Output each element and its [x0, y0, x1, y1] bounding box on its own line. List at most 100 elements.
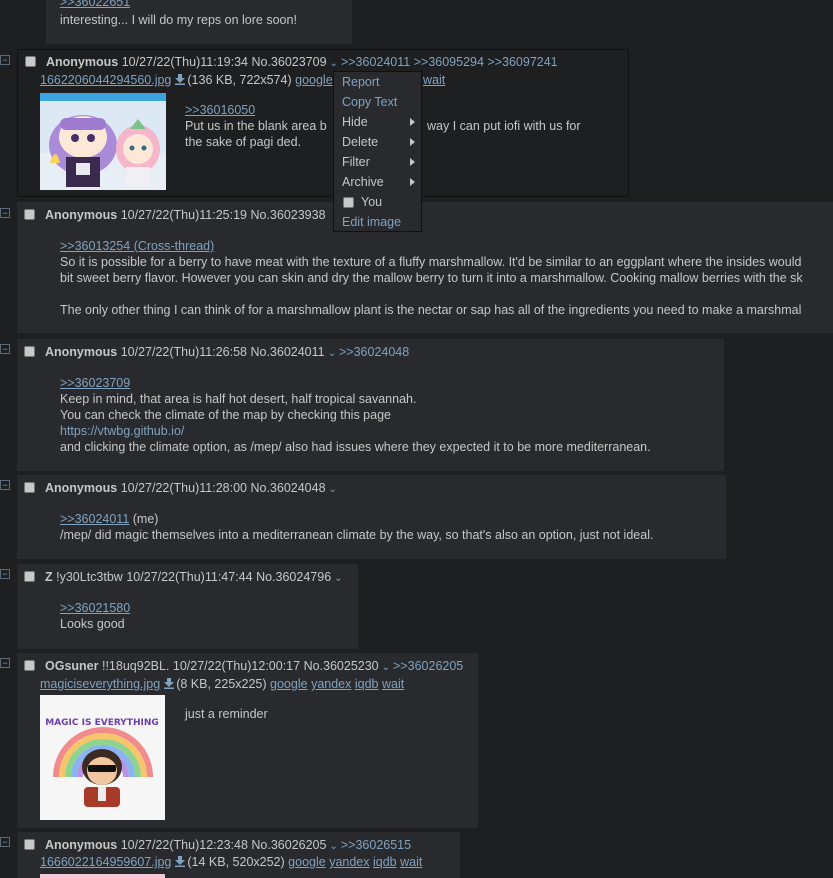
menu-item-edit-image[interactable]: Edit image — [342, 215, 401, 229]
search-wait[interactable]: wait — [423, 73, 445, 87]
post-thumbnail[interactable]: MAGIC IS EVERYTHING — [40, 695, 165, 820]
poster-tripcode: !y30Ltc3tbw — [56, 570, 123, 584]
quote-link[interactable]: >>36013254 (Cross-thread) — [60, 239, 214, 253]
quote-link[interactable]: >>36024011 — [60, 512, 129, 526]
post-text: The only other thing I can think of for … — [60, 303, 802, 317]
backlink[interactable]: >>36097241 — [487, 55, 557, 69]
backlink[interactable]: >>36026515 — [341, 838, 411, 852]
post-36024796: Z !y30Ltc3tbw 10/27/22(Thu)11:47:44 No.3… — [17, 564, 358, 649]
download-icon[interactable] — [175, 74, 186, 85]
post-number[interactable]: No.36026205 — [251, 838, 326, 852]
menu-item-filter[interactable]: Filter — [342, 155, 370, 169]
quote-link[interactable]: >>36016050 — [185, 103, 255, 117]
post-select-checkbox[interactable] — [24, 660, 35, 671]
post-context-menu: Report Copy Text Hide Delete Filter Arch… — [333, 71, 422, 232]
post-select-checkbox[interactable] — [24, 839, 35, 850]
post-date: 10/27/22(Thu)11:28:00 — [120, 481, 247, 495]
post-text: and clicking the climate option, as /mep… — [60, 440, 651, 454]
post-36023709: Anonymous 10/27/22(Thu)11:19:34 No.36023… — [17, 49, 629, 197]
menu-item-copy-text[interactable]: Copy Text — [342, 95, 397, 109]
menu-item-hide[interactable]: Hide — [342, 115, 368, 129]
post-thumbnail[interactable] — [40, 93, 166, 190]
quote-link[interactable]: >>36022651 — [60, 0, 130, 9]
post-number[interactable]: No.36024796 — [256, 570, 331, 584]
menu-you-checkbox[interactable] — [343, 197, 354, 208]
search-wait[interactable]: wait — [400, 855, 422, 869]
poster-tripcode: !!18uq92BL. — [101, 659, 170, 673]
post-text: way I can put iofi with us for — [427, 119, 581, 133]
quote-link[interactable]: >>36023709 — [60, 376, 130, 390]
post-number[interactable]: No.36024048 — [250, 481, 325, 495]
backlink[interactable]: >>36024011 — [341, 55, 410, 69]
post-select-checkbox[interactable] — [24, 482, 35, 493]
search-google[interactable]: google — [295, 73, 333, 87]
post-thumbnail[interactable] — [40, 874, 165, 878]
post-text: just a reminder — [185, 707, 268, 721]
collapse-icon[interactable]: − — [0, 837, 10, 847]
search-yandex[interactable]: yandex — [329, 855, 369, 869]
collapse-icon[interactable]: − — [0, 208, 10, 218]
submenu-arrow-icon — [410, 118, 415, 126]
post-36024048: Anonymous 10/27/22(Thu)11:28:00 No.36024… — [17, 475, 726, 559]
post-number[interactable]: No.36023938 — [250, 208, 325, 222]
post-select-checkbox[interactable] — [24, 209, 35, 220]
search-yandex[interactable]: yandex — [311, 677, 351, 691]
post-text: interesting... I will do my reps on lore… — [60, 13, 297, 27]
post-36024011: Anonymous 10/27/22(Thu)11:26:58 No.36024… — [17, 339, 724, 471]
post-select-checkbox[interactable] — [25, 56, 36, 67]
post-date: 10/27/22(Thu)12:23:48 — [120, 838, 248, 852]
poster-name: Z — [45, 570, 53, 584]
chevron-down-icon[interactable]: ⌄ — [330, 58, 338, 69]
post-number[interactable]: No.36024011 — [250, 345, 324, 359]
download-icon[interactable] — [164, 678, 175, 689]
collapse-icon[interactable]: − — [0, 480, 10, 490]
file-link[interactable]: magiciseverything.jpg — [40, 677, 160, 691]
file-link[interactable]: 1666022164959607.jpg — [40, 855, 171, 869]
chevron-down-icon[interactable]: ⌄ — [328, 348, 336, 359]
post-select-checkbox[interactable] — [24, 571, 35, 582]
chevron-down-icon[interactable]: ⌄ — [334, 573, 342, 584]
collapse-icon[interactable]: − — [0, 569, 10, 579]
collapse-icon[interactable]: − — [0, 55, 10, 65]
backlink[interactable]: >>36026205 — [393, 659, 463, 673]
post-36026205: Anonymous 10/27/22(Thu)12:23:48 No.36026… — [17, 832, 460, 878]
quote-link[interactable]: >>36021580 — [60, 601, 130, 615]
poster-name: Anonymous — [45, 481, 118, 495]
chevron-down-icon[interactable]: ⌄ — [329, 841, 337, 852]
search-wait[interactable]: wait — [382, 677, 404, 691]
chevron-down-icon[interactable]: ⌄ — [382, 662, 390, 673]
post-number[interactable]: No.36023709 — [251, 55, 326, 69]
external-link[interactable]: https://vtwbg.github.io/ — [60, 424, 184, 438]
search-iqdb[interactable]: iqdb — [355, 677, 379, 691]
submenu-arrow-icon — [410, 138, 415, 146]
backlink[interactable]: >>36024048 — [339, 345, 409, 359]
search-google[interactable]: google — [270, 677, 308, 691]
menu-item-archive[interactable]: Archive — [342, 175, 384, 189]
collapse-icon[interactable]: − — [0, 658, 10, 668]
post-date: 10/27/22(Thu)11:26:58 — [120, 345, 247, 359]
post-text: Keep in mind, that area is half hot dese… — [60, 392, 417, 406]
menu-item-report[interactable]: Report — [342, 75, 380, 89]
file-info: (136 KB, 722x574) — [187, 73, 292, 87]
post-date: 10/27/22(Thu)11:25:19 — [120, 208, 247, 222]
file-info: (14 KB, 520x252) — [187, 855, 285, 869]
poster-name: Anonymous — [45, 208, 118, 222]
chevron-down-icon[interactable]: ⌄ — [329, 484, 337, 495]
post-text: Looks good — [60, 617, 125, 631]
post-number[interactable]: No.36025230 — [304, 659, 379, 673]
post-select-checkbox[interactable] — [24, 346, 35, 357]
submenu-arrow-icon — [410, 158, 415, 166]
post-date: 10/27/22(Thu)11:19:34 — [121, 55, 248, 69]
collapse-icon[interactable]: − — [0, 344, 10, 354]
post-36023938: Anonymous 10/27/22(Thu)11:25:19 No.36023… — [17, 202, 833, 333]
post-text: So it is possible for a berry to have me… — [60, 255, 802, 269]
post-text: Put us in the blank area b — [185, 119, 327, 133]
backlink[interactable]: >>36095294 — [414, 55, 484, 69]
menu-item-you[interactable]: You — [361, 195, 382, 209]
menu-item-delete[interactable]: Delete — [342, 135, 378, 149]
search-iqdb[interactable]: iqdb — [373, 855, 397, 869]
poster-name: OGsuner — [45, 659, 99, 673]
search-google[interactable]: google — [288, 855, 326, 869]
download-icon[interactable] — [175, 856, 186, 867]
file-link[interactable]: 1662206044294560.jpg — [40, 73, 171, 87]
